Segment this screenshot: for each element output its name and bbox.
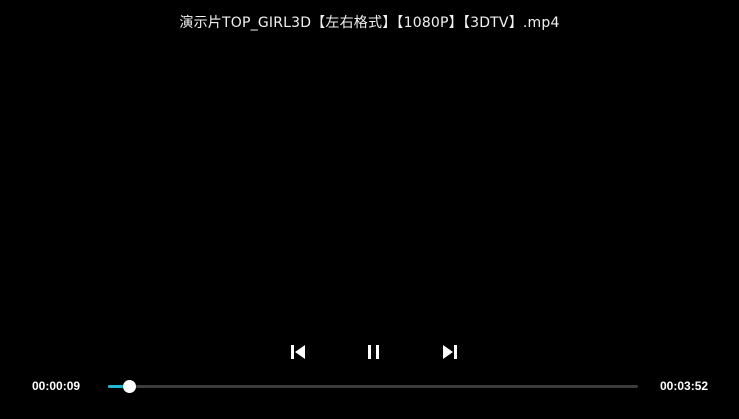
current-time: 00:00:09: [32, 379, 81, 393]
seek-thumb[interactable]: [122, 380, 136, 393]
playback-controls: [0, 341, 739, 363]
video-player[interactable]: 演示片TOP_GIRL3D【左右格式】【1080P】【3DTV】.mp4 00:…: [0, 0, 739, 419]
skip-previous-icon: [291, 345, 305, 359]
next-button[interactable]: [438, 341, 462, 363]
seek-bar[interactable]: [108, 380, 638, 394]
seek-track[interactable]: [108, 385, 638, 388]
previous-button[interactable]: [286, 341, 310, 363]
pause-button[interactable]: [362, 341, 386, 363]
total-time: 00:03:52: [660, 379, 709, 393]
pause-icon: [368, 345, 379, 359]
skip-next-icon: [443, 345, 457, 359]
video-title: 演示片TOP_GIRL3D【左右格式】【1080P】【3DTV】.mp4: [179, 15, 560, 31]
